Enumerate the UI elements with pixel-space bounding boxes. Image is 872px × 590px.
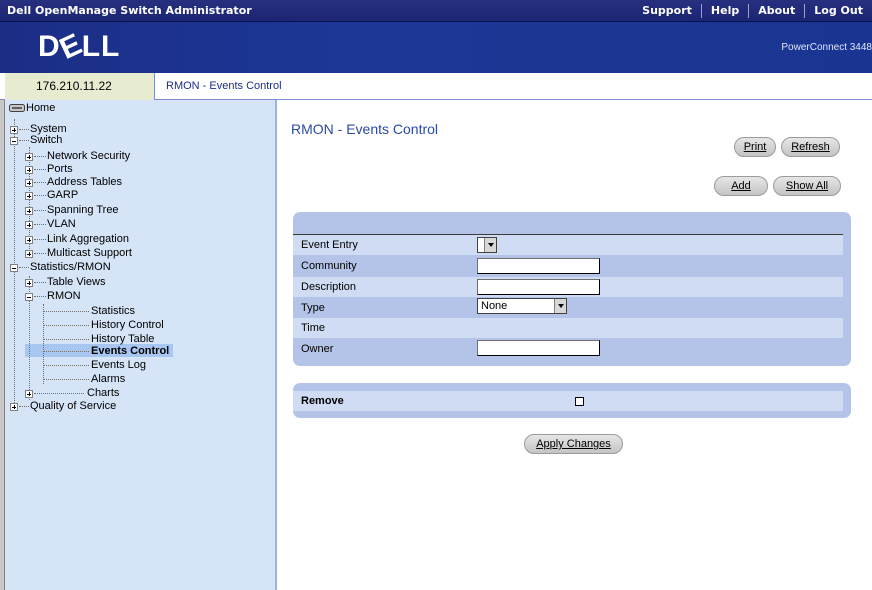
title-bar: Dell OpenManage Switch Administrator Sup… — [0, 0, 872, 22]
expand-icon[interactable] — [25, 279, 33, 287]
support-link[interactable]: Support — [633, 4, 701, 18]
type-select-value: None — [481, 300, 508, 312]
expand-icon[interactable] — [25, 221, 33, 229]
top-navigation: Support Help About Log Out — [633, 0, 872, 22]
time-row: Time — [293, 318, 843, 338]
tree-label: Switch — [30, 134, 63, 146]
show-all-button[interactable]: Show All — [773, 176, 841, 196]
expand-icon[interactable] — [25, 207, 33, 215]
expand-icon[interactable] — [25, 250, 33, 258]
owner-input[interactable] — [477, 340, 600, 356]
collapse-icon[interactable] — [25, 293, 33, 301]
remove-checkbox[interactable] — [575, 397, 584, 406]
community-label: Community — [301, 260, 357, 272]
tree-label: Events Control — [91, 345, 170, 357]
time-label: Time — [301, 322, 326, 334]
tree-label: RMON — [47, 290, 81, 302]
tree-label: Ports — [47, 163, 73, 175]
tree-label: Spanning Tree — [47, 204, 119, 216]
dell-logo: DELL — [38, 27, 121, 66]
type-row: Type None — [293, 298, 843, 318]
type-label: Type — [301, 302, 325, 314]
event-entry-row: Event Entry — [293, 235, 843, 255]
tree-label: Charts — [87, 387, 120, 399]
description-input[interactable] — [477, 279, 600, 295]
add-button[interactable]: Add — [714, 176, 768, 196]
tree-label: Events Log — [91, 359, 147, 371]
expand-icon[interactable] — [25, 179, 33, 187]
apply-changes-button[interactable]: Apply Changes — [524, 434, 623, 454]
print-button[interactable]: Print — [734, 137, 776, 157]
community-row: Community — [293, 256, 843, 276]
tree-label: History Control — [91, 319, 164, 331]
main-content: RMON - Events Control Print Refresh Add … — [279, 100, 872, 590]
chevron-down-icon — [554, 299, 566, 313]
expand-icon[interactable] — [25, 236, 33, 244]
expand-icon[interactable] — [25, 192, 33, 200]
owner-row: Owner — [293, 339, 843, 359]
expand-icon[interactable] — [10, 126, 18, 134]
app-title: Dell OpenManage Switch Administrator — [7, 4, 252, 17]
computer-icon — [9, 104, 25, 112]
header-banner: DELL PowerConnect 3448 — [0, 22, 872, 73]
collapse-icon[interactable] — [10, 137, 18, 145]
collapse-icon[interactable] — [10, 264, 18, 272]
expand-icon[interactable] — [25, 166, 33, 174]
tree-label: Statistics — [91, 305, 136, 317]
page-title: RMON - Events Control — [291, 121, 439, 137]
breadcrumb: RMON - Events Control — [166, 80, 282, 92]
event-entry-label: Event Entry — [301, 239, 358, 251]
tree-label: Table Views — [47, 276, 106, 288]
expand-icon[interactable] — [25, 390, 33, 398]
tree-label: Home — [26, 102, 56, 114]
type-select[interactable]: None — [477, 298, 567, 314]
tree-label: Link Aggregation — [47, 233, 129, 245]
remove-panel: Remove — [293, 383, 851, 418]
chevron-down-icon — [484, 238, 496, 252]
ip-address-box: 176.210.11.22 — [5, 73, 155, 100]
ip-address: 176.210.11.22 — [36, 79, 112, 93]
remove-label: Remove — [301, 395, 344, 407]
navigation-tree: Home System Switch Network Security Port… — [5, 100, 277, 590]
tree-label: Statistics/RMON — [30, 261, 111, 273]
community-input[interactable] — [477, 258, 600, 274]
owner-label: Owner — [301, 343, 334, 355]
description-row: Description — [293, 277, 843, 297]
tree-label: Alarms — [91, 373, 126, 385]
tree-label: Multicast Support — [47, 247, 132, 259]
tree-label: Address Tables — [47, 176, 123, 188]
remove-row: Remove — [293, 391, 843, 411]
tree-label: GARP — [47, 189, 79, 201]
tree-label: VLAN — [47, 218, 76, 230]
description-label: Description — [301, 281, 357, 293]
refresh-button[interactable]: Refresh — [781, 137, 840, 157]
events-form-panel: Event Entry Community Description Type N… — [293, 212, 851, 366]
expand-icon[interactable] — [10, 403, 18, 411]
model-name: PowerConnect 3448 — [781, 42, 872, 53]
tree-label: Network Security — [47, 150, 131, 162]
event-entry-select[interactable] — [477, 237, 497, 253]
expand-icon[interactable] — [25, 153, 33, 161]
logout-link[interactable]: Log Out — [804, 4, 872, 18]
help-link[interactable]: Help — [700, 4, 748, 18]
about-link[interactable]: About — [748, 4, 804, 18]
tree-label: Quality of Service — [30, 400, 117, 412]
address-bar: 176.210.11.22 RMON - Events Control — [0, 73, 872, 100]
